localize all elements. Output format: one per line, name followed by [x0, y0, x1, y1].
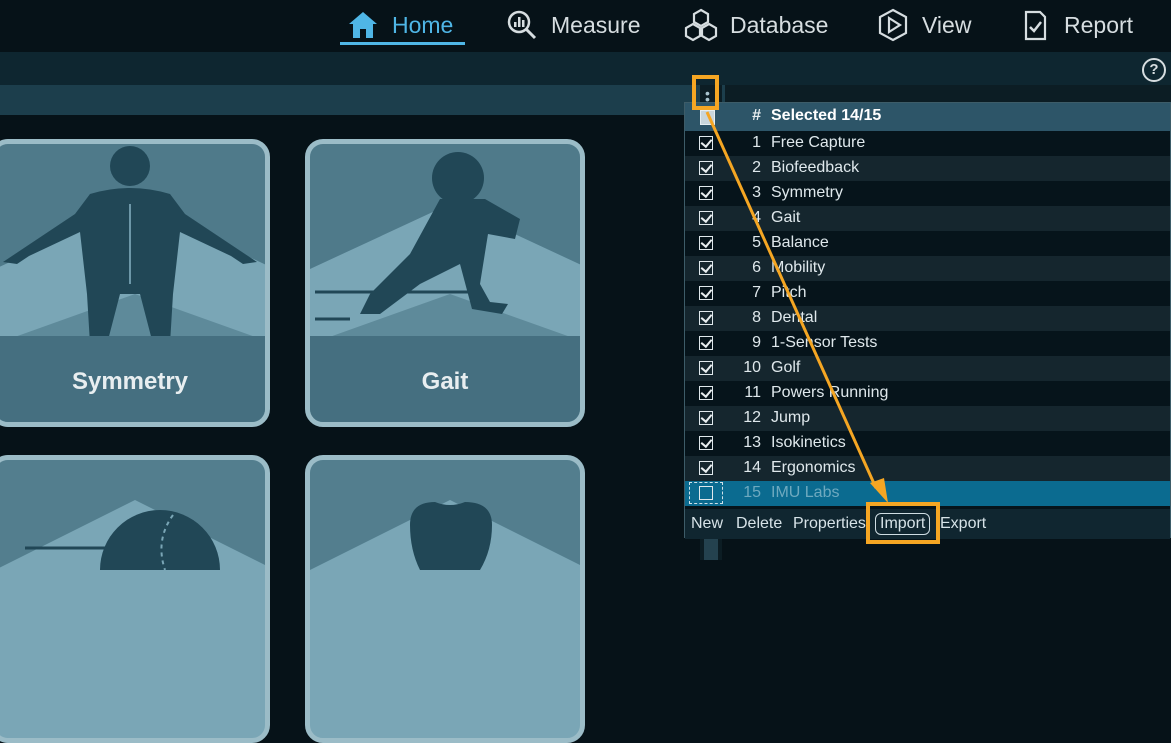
- annotation-arrow: [705, 111, 888, 503]
